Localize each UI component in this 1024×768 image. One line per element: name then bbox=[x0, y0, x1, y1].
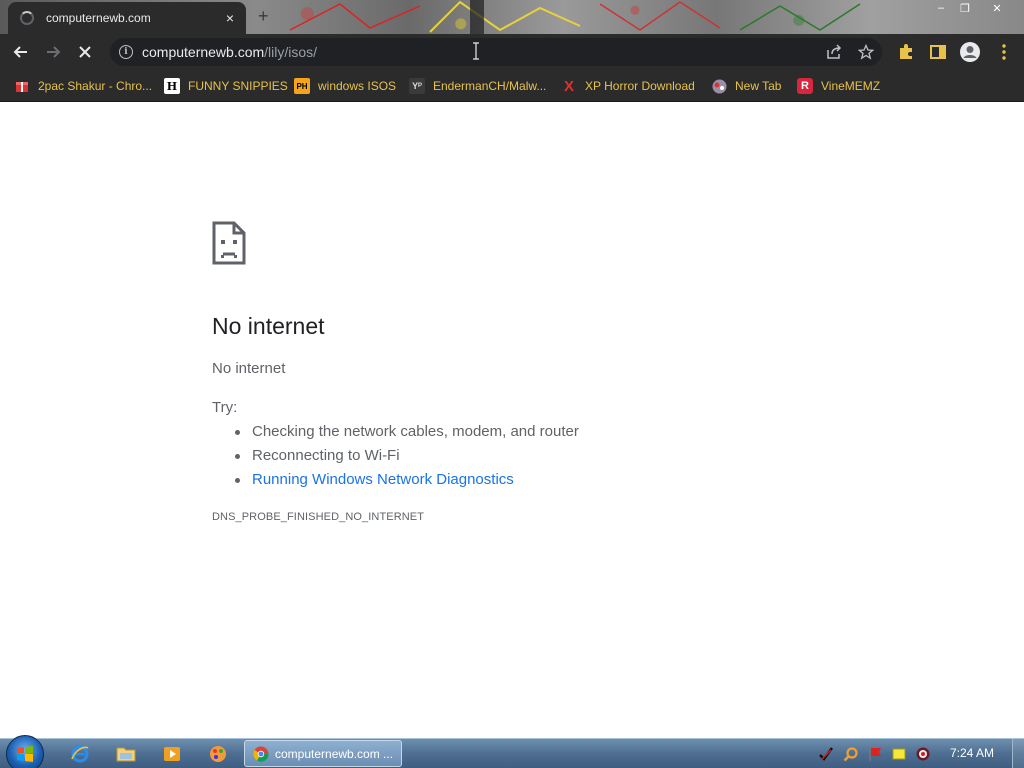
error-subtitle: No internet bbox=[212, 360, 286, 377]
suggestion-item: Reconnecting to Wi-Fi bbox=[235, 444, 579, 468]
gift-icon bbox=[14, 78, 30, 94]
bookmark-star-icon[interactable] bbox=[858, 44, 874, 60]
media-player-icon bbox=[164, 747, 180, 761]
minimize-button[interactable]: – bbox=[930, 0, 952, 16]
start-button[interactable] bbox=[6, 735, 44, 768]
loading-spinner-icon bbox=[20, 11, 34, 25]
bookmark-label: EndermanCH/Malw... bbox=[433, 79, 547, 93]
address-url[interactable]: computernewb.com/lily/isos/ bbox=[142, 44, 317, 60]
globe-icon bbox=[711, 78, 727, 94]
puzzle-icon bbox=[900, 44, 912, 59]
page-content: No internet No internet Try: Checking th… bbox=[0, 103, 1024, 738]
site-info-icon[interactable]: i bbox=[119, 45, 133, 59]
x-icon: X bbox=[563, 77, 574, 95]
profile-avatar[interactable] bbox=[958, 40, 982, 64]
internet-explorer-pin[interactable] bbox=[60, 742, 100, 766]
bookmark-label: New Tab bbox=[735, 79, 782, 93]
windows-taskbar: computernewb.com ... 7:24 AM bbox=[0, 735, 1024, 768]
media-player-pin[interactable] bbox=[152, 742, 192, 766]
theme-background-art bbox=[289, 0, 861, 34]
clock[interactable]: 7:24 AM bbox=[950, 746, 994, 760]
stop-loading-button[interactable] bbox=[72, 39, 98, 65]
tray-app-4[interactable] bbox=[891, 746, 907, 762]
note-icon bbox=[892, 748, 906, 760]
tray-app-1[interactable] bbox=[818, 746, 834, 762]
explorer-pin[interactable] bbox=[106, 742, 146, 766]
share-icon[interactable] bbox=[826, 44, 842, 60]
ph-icon: PH bbox=[294, 78, 310, 94]
bookmark-windows-isos[interactable]: PH windows ISOS bbox=[294, 76, 396, 96]
tray-app-5[interactable] bbox=[915, 746, 931, 762]
kebab-menu-icon bbox=[1002, 44, 1006, 60]
show-desktop-button[interactable] bbox=[1012, 739, 1024, 768]
suggestion-item: Running Windows Network Diagnostics bbox=[235, 468, 579, 492]
bookmark-label: VineMEMZ bbox=[821, 79, 881, 93]
sad-page-icon bbox=[212, 221, 246, 265]
chrome-icon bbox=[253, 746, 269, 762]
browser-toolbar: i computernewb.com/lily/isos/ bbox=[0, 34, 1024, 70]
error-title: No internet bbox=[212, 313, 325, 339]
bookmark-xp-horror[interactable]: X XP Horror Download bbox=[561, 76, 695, 96]
url-path: /lily/isos/ bbox=[264, 44, 318, 60]
bookmark-label: FUNNY SNIPPIES bbox=[188, 79, 288, 93]
target-icon bbox=[916, 747, 930, 761]
forward-button[interactable] bbox=[40, 39, 66, 65]
bookmark-vinememz[interactable]: R VineMEMZ bbox=[797, 76, 880, 96]
windows-logo-icon bbox=[17, 746, 33, 762]
stop-x-icon bbox=[79, 46, 91, 58]
url-host: computernewb.com bbox=[142, 44, 265, 60]
flag-icon bbox=[869, 748, 881, 761]
taskbar-chrome-window[interactable]: computernewb.com ... bbox=[244, 740, 402, 767]
bookmark-label: XP Horror Download bbox=[585, 79, 695, 93]
tray-app-2[interactable] bbox=[843, 746, 859, 762]
paint-pin[interactable] bbox=[198, 742, 238, 766]
suggestion-item: Checking the network cables, modem, and … bbox=[235, 420, 579, 444]
try-label: Try: bbox=[212, 399, 238, 416]
taskbar-task-label: computernewb.com ... bbox=[275, 746, 394, 761]
forward-arrow-icon bbox=[47, 46, 61, 58]
sidebar-toggle-icon bbox=[930, 45, 946, 59]
internet-explorer-icon bbox=[71, 745, 89, 763]
bookmarks-bar: 2pac Shakur - Chro... H FUNNY SNIPPIES P… bbox=[0, 70, 1024, 102]
tray-app-3[interactable] bbox=[867, 746, 883, 762]
r-icon: R bbox=[797, 78, 813, 94]
h-icon: H bbox=[164, 78, 180, 94]
bookmark-label: 2pac Shakur - Chro... bbox=[38, 79, 153, 93]
bookmark-endermanch[interactable]: Yᴾ EndermanCH/Malw... bbox=[409, 76, 546, 96]
active-tab[interactable]: computernewb.com × bbox=[8, 2, 246, 34]
bookmark-label: windows ISOS bbox=[318, 79, 397, 93]
tab-title: computernewb.com bbox=[46, 11, 151, 25]
magnifier-icon bbox=[843, 747, 858, 762]
restore-button[interactable]: ❐ bbox=[954, 0, 976, 16]
bookmark-new-tab[interactable]: New Tab bbox=[711, 76, 781, 96]
error-code: DNS_PROBE_FINISHED_NO_INTERNET bbox=[212, 511, 425, 523]
tab-close-icon[interactable]: × bbox=[222, 10, 238, 26]
ibeam-cursor-icon bbox=[473, 42, 479, 60]
yp-icon: Yᴾ bbox=[409, 78, 425, 94]
folder-icon bbox=[116, 747, 136, 762]
tab-strip: computernewb.com × + – ❐ ✕ bbox=[0, 0, 1024, 34]
side-panel-icon[interactable] bbox=[928, 42, 948, 62]
back-button[interactable] bbox=[8, 39, 34, 65]
back-arrow-icon bbox=[13, 46, 27, 58]
menu-button[interactable] bbox=[994, 42, 1014, 62]
checkmark-tool-icon bbox=[819, 747, 834, 761]
paint-icon bbox=[210, 746, 226, 762]
account-icon bbox=[960, 42, 980, 62]
bookmark-funny-snippies[interactable]: H FUNNY SNIPPIES bbox=[164, 76, 288, 96]
new-tab-button[interactable]: + bbox=[258, 6, 269, 27]
extensions-icon[interactable] bbox=[896, 42, 916, 62]
address-bar[interactable]: i computernewb.com/lily/isos/ bbox=[110, 38, 882, 66]
network-diagnostics-link[interactable]: Running Windows Network Diagnostics bbox=[252, 471, 514, 488]
close-window-button[interactable]: ✕ bbox=[986, 0, 1008, 16]
suggestions-list: Checking the network cables, modem, and … bbox=[235, 420, 579, 492]
bookmark-2pac[interactable]: 2pac Shakur - Chro... bbox=[14, 76, 152, 96]
